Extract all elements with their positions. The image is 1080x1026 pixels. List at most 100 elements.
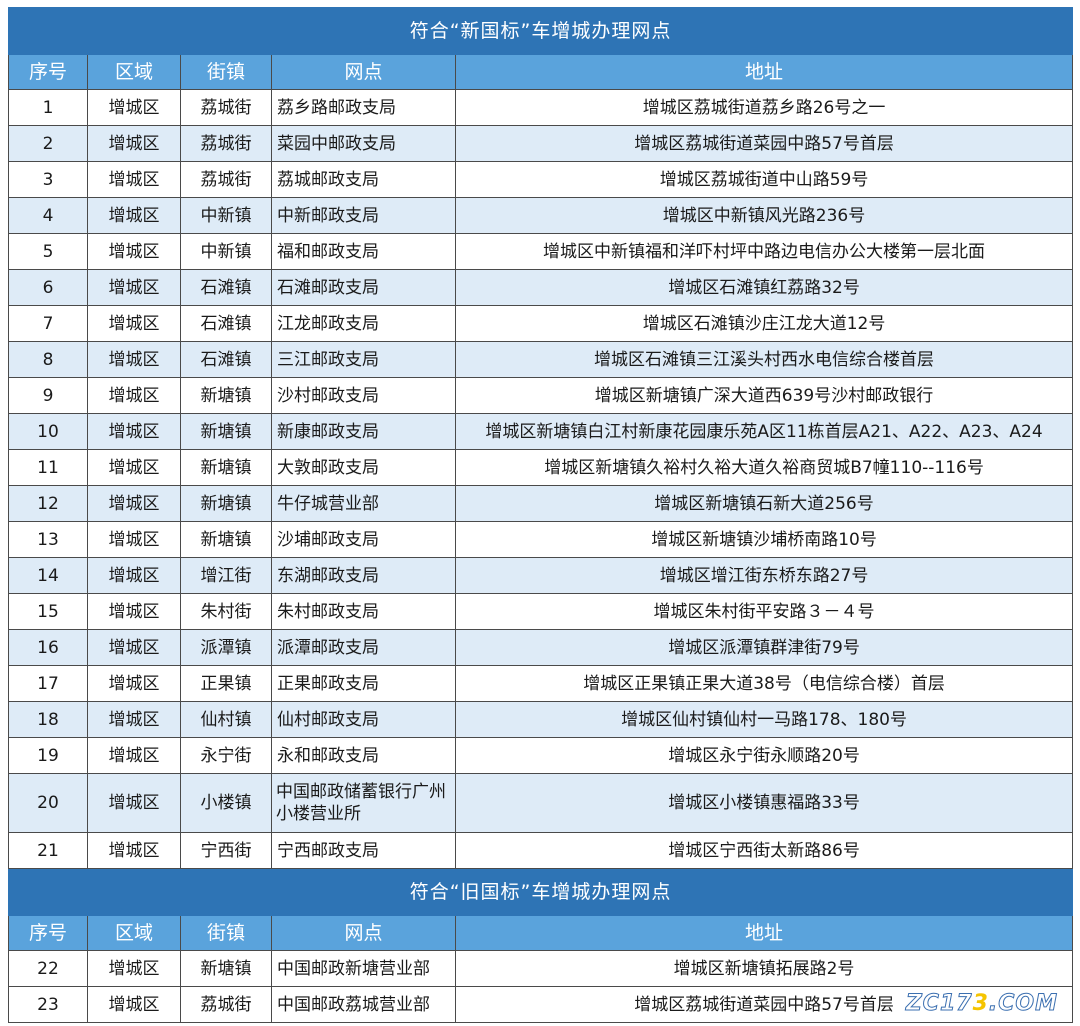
cell-address: 增城区新塘镇广深大道西639号沙村邮政银行 [454, 377, 1074, 414]
cell-street-town: 石滩镇 [180, 341, 272, 378]
table-row: 5 增城区 中新镇 福和邮政支局 增城区中新镇福和洋吓村坪中路边电信办公大楼第一层北面 [8, 233, 1074, 270]
cell-street-town: 荔城街 [180, 89, 272, 126]
cell-outlet: 中国邮政荔城营业部 [271, 986, 456, 1023]
old-standard-header-row: 序号 区域 街镇 网点 地址 [8, 915, 1074, 951]
cell-outlet: 石滩邮政支局 [271, 269, 456, 306]
cell-address: 增城区新塘镇石新大道256号 [454, 485, 1074, 522]
cell-index: 19 [8, 737, 88, 774]
cell-index: 1 [8, 89, 88, 126]
cell-district: 增城区 [87, 89, 181, 126]
cell-district: 增城区 [87, 737, 181, 774]
cell-street-town: 石滩镇 [180, 305, 272, 342]
cell-outlet: 中国邮政储蓄银行广州小楼营业所 [271, 773, 456, 833]
cell-street-town: 增江街 [180, 557, 272, 594]
cell-index: 13 [8, 521, 88, 558]
cell-address: 增城区中新镇福和洋吓村坪中路边电信办公大楼第一层北面 [454, 233, 1074, 270]
header-outlet: 网点 [271, 54, 456, 90]
cell-street-town: 荔城街 [180, 161, 272, 198]
table-row: 17 增城区 正果镇 正果邮政支局 增城区正果镇正果大道38号（电信综合楼）首层 [8, 665, 1074, 702]
cell-street-town: 新塘镇 [180, 521, 272, 558]
cell-outlet: 福和邮政支局 [271, 233, 456, 270]
cell-index: 17 [8, 665, 88, 702]
cell-district: 增城区 [87, 377, 181, 414]
cell-district: 增城区 [87, 557, 181, 594]
header-outlet: 网点 [271, 915, 456, 951]
cell-outlet: 江龙邮政支局 [271, 305, 456, 342]
table-row: 10 增城区 新塘镇 新康邮政支局 增城区新塘镇白江村新康花园康乐苑A区11栋首层A21… [8, 413, 1074, 450]
cell-street-town: 中新镇 [180, 233, 272, 270]
cell-address: 增城区派潭镇群津街79号 [454, 629, 1074, 666]
cell-outlet: 大敦邮政支局 [271, 449, 456, 486]
cell-index: 2 [8, 125, 88, 162]
cell-address: 增城区石滩镇沙庄江龙大道12号 [454, 305, 1074, 342]
cell-index: 20 [8, 773, 88, 833]
cell-district: 增城区 [87, 832, 181, 869]
table-row: 6 增城区 石滩镇 石滩邮政支局 增城区石滩镇红荔路32号 [8, 269, 1074, 306]
cell-index: 14 [8, 557, 88, 594]
cell-address: 增城区宁西街太新路86号 [454, 832, 1074, 869]
cell-address: 增城区石滩镇红荔路32号 [454, 269, 1074, 306]
cell-index: 21 [8, 832, 88, 869]
cell-outlet: 新康邮政支局 [271, 413, 456, 450]
cell-street-town: 小楼镇 [180, 773, 272, 833]
cell-street-town: 宁西街 [180, 832, 272, 869]
cell-address: 增城区中新镇风光路236号 [454, 197, 1074, 234]
cell-district: 增城区 [87, 485, 181, 522]
cell-address: 增城区荔城街道菜园中路57号首层 [454, 125, 1074, 162]
cell-address: 增城区新塘镇沙埔桥南路10号 [454, 521, 1074, 558]
cell-district: 增城区 [87, 950, 181, 987]
cell-outlet: 朱村邮政支局 [271, 593, 456, 630]
header-address: 地址 [454, 915, 1074, 951]
cell-street-town: 派潭镇 [180, 629, 272, 666]
cell-district: 增城区 [87, 269, 181, 306]
cell-index: 9 [8, 377, 88, 414]
cell-index: 12 [8, 485, 88, 522]
cell-street-town: 朱村街 [180, 593, 272, 630]
cell-index: 4 [8, 197, 88, 234]
table-row: 22 增城区 新塘镇 中国邮政新塘营业部 增城区新塘镇拓展路2号 [8, 950, 1074, 987]
outlet-table: 符合“新国标”车增城办理网点 序号 区域 街镇 网点 地址 1 增城区 荔城街 荔乡路… [7, 7, 1074, 1023]
cell-district: 增城区 [87, 629, 181, 666]
cell-district: 增城区 [87, 413, 181, 450]
cell-index: 11 [8, 449, 88, 486]
header-index: 序号 [8, 54, 88, 90]
cell-address: 增城区正果镇正果大道38号（电信综合楼）首层 [454, 665, 1074, 702]
cell-street-town: 新塘镇 [180, 449, 272, 486]
site-watermark-logo: ZC173.COM [905, 991, 1058, 1017]
cell-outlet: 东湖邮政支局 [271, 557, 456, 594]
header-street-town: 街镇 [180, 915, 272, 951]
table-row: 1 增城区 荔城街 荔乡路邮政支局 增城区荔城街道荔乡路26号之一 [8, 89, 1074, 126]
cell-district: 增城区 [87, 701, 181, 738]
cell-street-town: 新塘镇 [180, 485, 272, 522]
cell-outlet: 三江邮政支局 [271, 341, 456, 378]
table-row: 19 增城区 永宁街 永和邮政支局 增城区永宁街永顺路20号 [8, 737, 1074, 774]
table-row: 9 增城区 新塘镇 沙村邮政支局 增城区新塘镇广深大道西639号沙村邮政银行 [8, 377, 1074, 414]
table-row: 15 增城区 朱村街 朱村邮政支局 增城区朱村街平安路３－４号 [8, 593, 1074, 630]
cell-street-town: 新塘镇 [180, 377, 272, 414]
cell-index: 18 [8, 701, 88, 738]
table-row: 7 增城区 石滩镇 江龙邮政支局 增城区石滩镇沙庄江龙大道12号 [8, 305, 1074, 342]
cell-district: 增城区 [87, 305, 181, 342]
table-row: 4 增城区 中新镇 中新邮政支局 增城区中新镇风光路236号 [8, 197, 1074, 234]
cell-address: 增城区朱村街平安路３－４号 [454, 593, 1074, 630]
cell-address: 增城区新塘镇久裕村久裕大道久裕商贸城B7幢110--116号 [454, 449, 1074, 486]
table-row: 14 增城区 增江街 东湖邮政支局 增城区增江街东桥东路27号 [8, 557, 1074, 594]
cell-street-town: 荔城街 [180, 125, 272, 162]
cell-address: 增城区小楼镇惠福路33号 [454, 773, 1074, 833]
cell-street-town: 石滩镇 [180, 269, 272, 306]
header-street-town: 街镇 [180, 54, 272, 90]
cell-outlet: 仙村邮政支局 [271, 701, 456, 738]
cell-street-town: 中新镇 [180, 197, 272, 234]
header-district: 区域 [87, 915, 181, 951]
cell-index: 23 [8, 986, 88, 1023]
cell-index: 7 [8, 305, 88, 342]
cell-district: 增城区 [87, 233, 181, 270]
cell-index: 5 [8, 233, 88, 270]
cell-index: 10 [8, 413, 88, 450]
cell-outlet: 牛仔城营业部 [271, 485, 456, 522]
cell-outlet: 荔乡路邮政支局 [271, 89, 456, 126]
table-row: 11 增城区 新塘镇 大敦邮政支局 增城区新塘镇久裕村久裕大道久裕商贸城B7幢110--… [8, 449, 1074, 486]
header-district: 区域 [87, 54, 181, 90]
table-row: 13 增城区 新塘镇 沙埔邮政支局 增城区新塘镇沙埔桥南路10号 [8, 521, 1074, 558]
cell-index: 3 [8, 161, 88, 198]
